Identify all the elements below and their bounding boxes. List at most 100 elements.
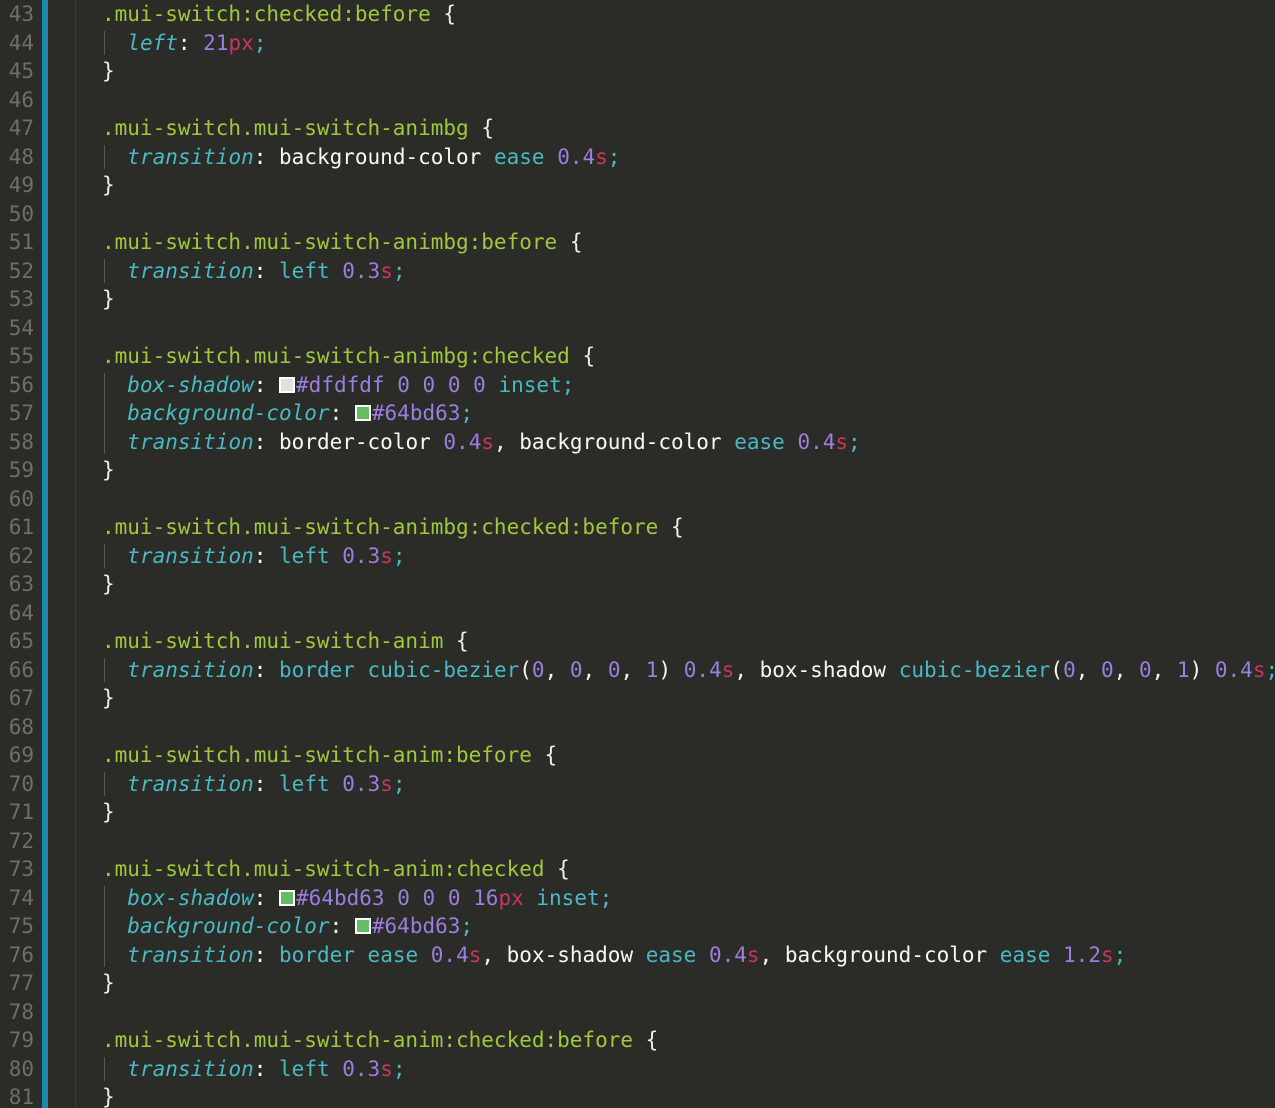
code-line[interactable] (76, 485, 1275, 514)
line-number: 77 (8, 971, 34, 995)
code-line[interactable]: } (76, 456, 1275, 485)
code-line[interactable]: transition: border cubic-bezier(0, 0, 0,… (76, 656, 1275, 685)
code-line[interactable]: .mui-switch:checked:before { (76, 0, 1275, 29)
line-number: 60 (8, 486, 34, 511)
code-editor[interactable]: 43 44 45 46 47 48 49 50 51 52 53 54 55 56 57 58 59 60 61 62… (0, 0, 1275, 1108)
code-line[interactable]: } (76, 684, 1275, 713)
token-semi: ; (1265, 658, 1275, 682)
token-colon: : (253, 372, 280, 397)
code-line[interactable]: transition: border-color 0.4s, backgroun… (76, 428, 1275, 457)
code-lines[interactable]: .mui-switch:checked:before { left: 21px;… (76, 0, 1275, 1108)
line-number: 65 (8, 629, 34, 653)
code-line[interactable]: .mui-switch.mui-switch-animbg:checked { (76, 342, 1275, 371)
color-swatch[interactable] (354, 918, 371, 934)
code-line[interactable]: .mui-switch.mui-switch-anim { (76, 627, 1275, 656)
code-line[interactable]: transition: background-color ease 0.4s; (76, 143, 1275, 172)
token-colon: : (253, 1056, 280, 1081)
token-plain: , (1113, 657, 1139, 682)
token-unit: s (595, 144, 608, 169)
line-number: 56 (8, 372, 34, 397)
line-number: 45 (8, 59, 34, 83)
line-number: 64 (8, 600, 34, 625)
code-line[interactable] (76, 86, 1275, 115)
code-line[interactable]: .mui-switch.mui-switch-anim:before { (76, 741, 1275, 770)
code-line[interactable]: left: 21px; (76, 29, 1275, 58)
token-num: 0 (473, 372, 486, 397)
line-number: 72 (8, 828, 34, 853)
line-number: 74 (8, 885, 34, 910)
code-line[interactable]: } (76, 1083, 1275, 1108)
color-swatch[interactable] (279, 889, 296, 906)
code-line[interactable]: transition: left 0.3s; (76, 770, 1275, 799)
code-line[interactable]: } (76, 57, 1275, 86)
token-prop: transition (127, 771, 254, 796)
code-line[interactable] (76, 314, 1275, 343)
token-sel: .mui-switch.mui-switch-animbg:before (102, 230, 558, 254)
token-plain: , background-color (759, 942, 1000, 967)
token-unit: s (380, 543, 393, 568)
code-line[interactable]: .mui-switch.mui-switch-anim:checked:befo… (76, 1026, 1275, 1055)
token-colon: : (329, 401, 355, 425)
code-line[interactable] (76, 713, 1275, 742)
token-kw: ease (734, 429, 785, 454)
code-line[interactable]: .mui-switch.mui-switch-animbg { (76, 114, 1275, 143)
token-semi: ; (392, 543, 406, 568)
token-sel: .mui-switch.mui-switch-anim:checked:befo… (102, 1028, 634, 1052)
token-num: 0.4 (708, 942, 747, 967)
code-line[interactable]: } (76, 798, 1275, 827)
code-line[interactable] (76, 200, 1275, 229)
token-semi: ; (460, 914, 474, 938)
token-sel: .mui-switch.mui-switch-anim:before (102, 743, 532, 767)
color-swatch[interactable] (279, 376, 296, 393)
code-line[interactable]: transition: left 0.3s; (76, 1055, 1275, 1084)
code-content-area[interactable]: .mui-switch:checked:before { left: 21px;… (76, 0, 1275, 1108)
line-number: 62 (8, 543, 34, 568)
code-line[interactable]: transition: left 0.3s; (76, 257, 1275, 286)
token-sel: .mui-switch:checked:before (102, 2, 431, 26)
line-number: 46 (8, 87, 34, 112)
code-line[interactable]: background-color: #64bd63; (76, 399, 1275, 428)
code-line[interactable] (76, 998, 1275, 1027)
token-colon: : (253, 942, 280, 967)
code-line[interactable]: .mui-switch.mui-switch-animbg:checked:be… (76, 513, 1275, 542)
token-num: 0 (397, 885, 410, 910)
token-plain: , (620, 657, 646, 682)
code-line[interactable]: .mui-switch.mui-switch-animbg:before { (76, 228, 1275, 257)
line-number: 54 (8, 315, 34, 340)
code-line[interactable]: } (76, 570, 1275, 599)
token-semi: ; (392, 258, 406, 283)
code-line[interactable]: } (76, 171, 1275, 200)
token-brace: } (102, 572, 115, 596)
token-plain: , (1151, 657, 1177, 682)
code-line[interactable]: .mui-switch.mui-switch-anim:checked { (76, 855, 1275, 884)
code-line[interactable]: transition: left 0.3s; (76, 542, 1275, 571)
code-line[interactable]: transition: border ease 0.4s, box-shadow… (76, 941, 1275, 970)
token-brace: } (102, 1085, 115, 1108)
code-line[interactable]: box-shadow: #64bd63 0 0 0 16px inset; (76, 884, 1275, 913)
code-line[interactable]: } (76, 285, 1275, 314)
line-number: 78 (8, 999, 34, 1024)
token-brace: { (544, 743, 558, 767)
code-line[interactable]: } (76, 969, 1275, 998)
token-semi: ; (1113, 942, 1127, 967)
token-num: 0.4 (557, 144, 596, 169)
line-number: 53 (8, 287, 34, 311)
code-line[interactable] (76, 827, 1275, 856)
token-num: 1.2 (1063, 942, 1101, 967)
code-line[interactable] (76, 599, 1275, 628)
token-num: 0 (1138, 657, 1152, 682)
color-swatch[interactable] (354, 405, 371, 421)
code-line[interactable]: box-shadow: #dfdfdf 0 0 0 0 inset; (76, 371, 1275, 400)
token-unit: s (1252, 657, 1266, 682)
code-line[interactable]: background-color: #64bd63; (76, 912, 1275, 941)
